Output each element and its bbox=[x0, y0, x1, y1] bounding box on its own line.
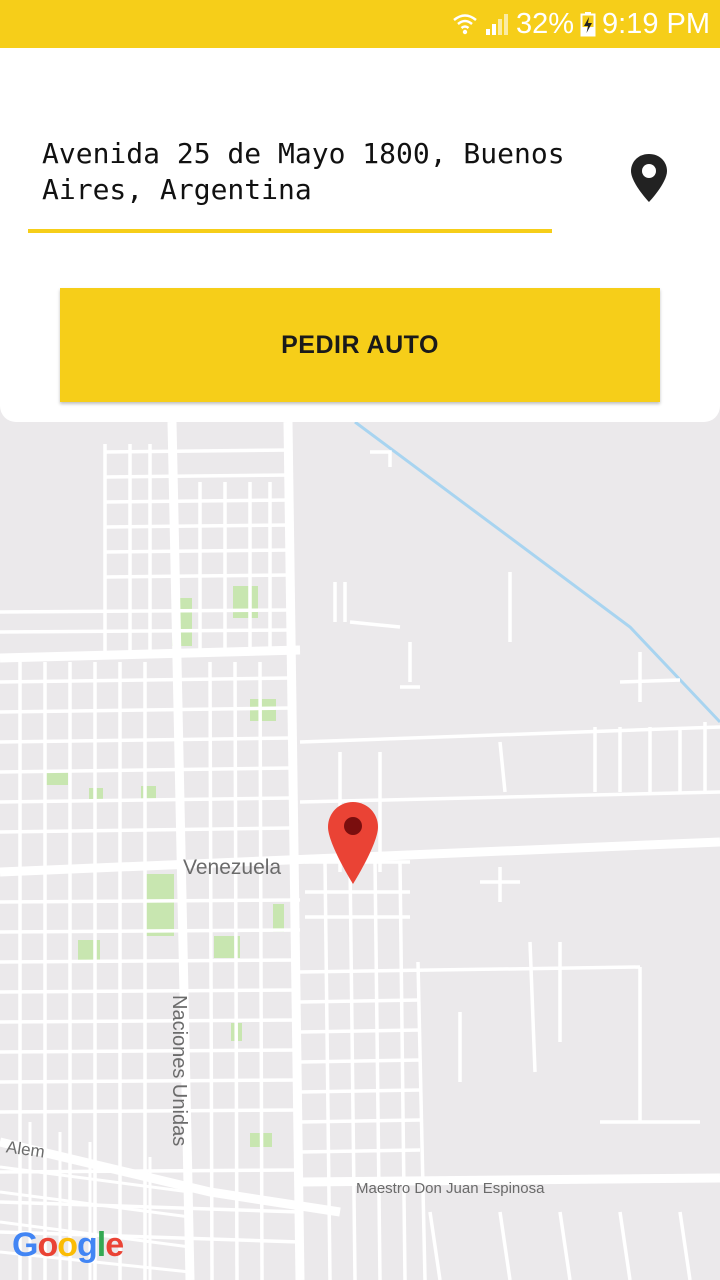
status-bar-indicators: 32% 9:19 PM bbox=[452, 4, 710, 44]
google-logo-letter: e bbox=[105, 1226, 124, 1264]
google-logo-letter: o bbox=[37, 1226, 58, 1264]
google-logo: Google bbox=[12, 1226, 124, 1265]
google-logo-letter: g bbox=[77, 1226, 98, 1264]
clock: 9:19 PM bbox=[602, 7, 710, 40]
wifi-icon bbox=[452, 11, 478, 37]
request-card: Avenida 25 de Mayo 1800, Buenos Aires, A… bbox=[0, 48, 720, 422]
location-pin-icon[interactable] bbox=[626, 152, 672, 206]
battery-charging-icon bbox=[580, 11, 596, 37]
street-label-naciones-unidas: Naciones Unidas bbox=[168, 995, 190, 1147]
google-logo-letter: G bbox=[12, 1226, 38, 1264]
google-logo-letter: o bbox=[57, 1226, 78, 1264]
street-label-maestro: Maestro Don Juan Espinosa bbox=[356, 1180, 545, 1197]
signal-icon bbox=[484, 11, 510, 37]
address-input-underline bbox=[28, 229, 552, 233]
request-car-button[interactable]: PEDIR AUTO bbox=[60, 288, 660, 402]
map-marker-icon[interactable] bbox=[326, 800, 380, 886]
status-bar: 32% 9:19 PM bbox=[0, 0, 720, 48]
street-label-venezuela: Venezuela bbox=[183, 856, 282, 879]
google-logo-letter: l bbox=[96, 1226, 107, 1264]
address-input[interactable]: Avenida 25 de Mayo 1800, Buenos Aires, A… bbox=[42, 136, 602, 208]
battery-percent: 32% bbox=[515, 7, 574, 40]
